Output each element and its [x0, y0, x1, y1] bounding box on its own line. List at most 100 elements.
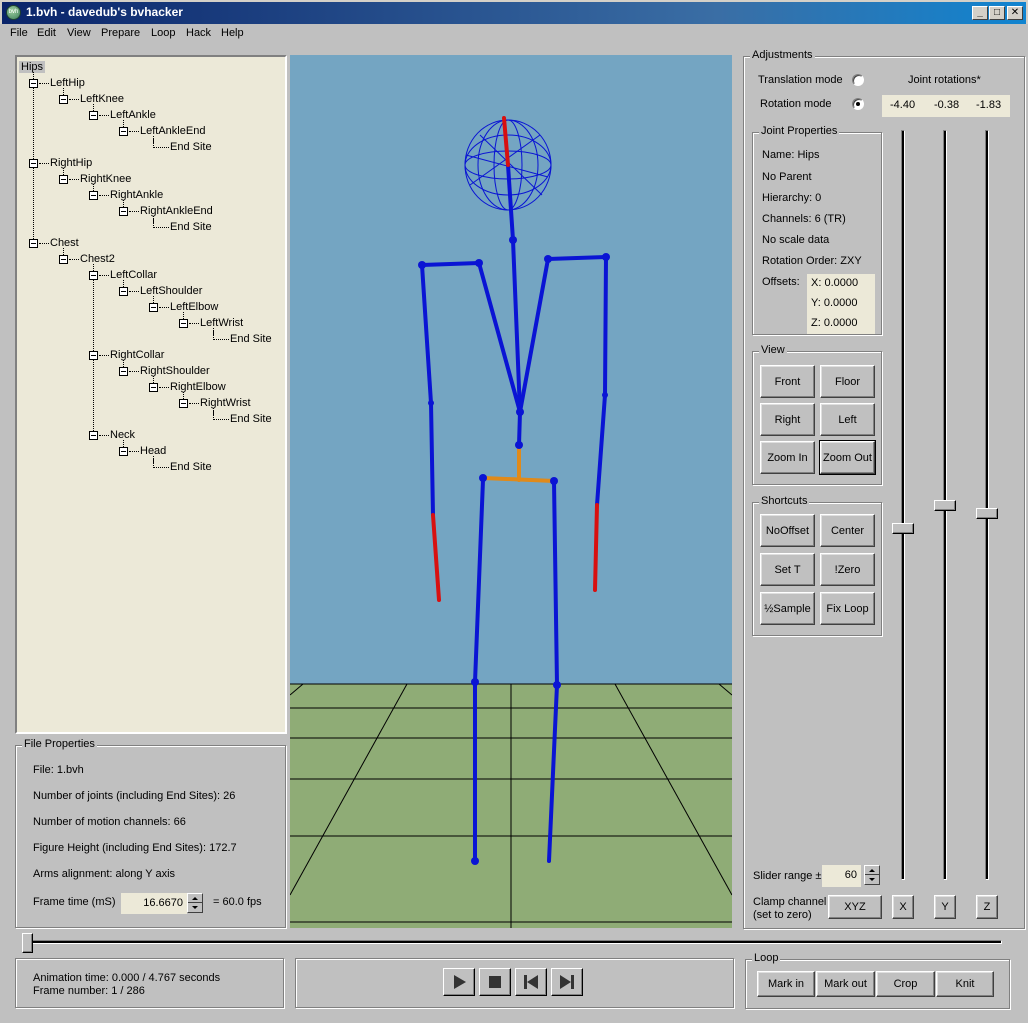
- close-button[interactable]: ✕: [1007, 6, 1023, 20]
- collapse-icon[interactable]: [149, 383, 158, 392]
- no-offset-button[interactable]: NoOffset: [760, 514, 815, 547]
- menu-prepare[interactable]: Prepare: [101, 27, 140, 39]
- frame-time-spinner[interactable]: [187, 893, 203, 913]
- collapse-icon[interactable]: [89, 271, 98, 280]
- tree-connector: [99, 435, 109, 436]
- mark-in-button[interactable]: Mark in: [757, 971, 815, 997]
- 3d-viewport[interactable]: [290, 55, 732, 928]
- collapse-icon[interactable]: [119, 447, 128, 456]
- clamp-xyz-button[interactable]: XYZ: [828, 895, 882, 919]
- slider-range-spinner[interactable]: [864, 865, 880, 885]
- fix-loop-button[interactable]: Fix Loop: [820, 592, 875, 625]
- collapse-icon[interactable]: [119, 367, 128, 376]
- collapse-icon[interactable]: [89, 351, 98, 360]
- rotation-x-slider-track[interactable]: [901, 130, 905, 880]
- tree-connector: [153, 456, 154, 463]
- rotation-mode-radio[interactable]: [852, 98, 864, 110]
- tree-connector: [39, 163, 49, 164]
- collapse-icon[interactable]: [89, 431, 98, 440]
- not-zero-button[interactable]: !Zero: [820, 553, 875, 586]
- collapse-icon[interactable]: [89, 191, 98, 200]
- rotation-z-slider-thumb[interactable]: [976, 507, 998, 519]
- collapse-icon[interactable]: [179, 399, 188, 408]
- menu-view[interactable]: View: [67, 27, 91, 39]
- frame-time-input[interactable]: 16.6670: [121, 893, 187, 914]
- tree-connector: [129, 371, 139, 372]
- tree-node-label: LeftHip: [50, 77, 85, 89]
- collapse-icon[interactable]: [59, 255, 68, 264]
- joint-properties-group: Joint Properties Name: Hips No Parent Hi…: [752, 125, 882, 335]
- tree-node-label: RightShoulder: [140, 365, 210, 377]
- collapse-icon[interactable]: [59, 175, 68, 184]
- tree-connector: [63, 248, 64, 255]
- clamp-x-button[interactable]: X: [892, 895, 914, 919]
- collapse-icon[interactable]: [29, 159, 38, 168]
- rotation-y-value: -0.38: [934, 99, 960, 111]
- mark-out-button[interactable]: Mark out: [816, 971, 875, 997]
- timeline-slider-thumb[interactable]: [22, 933, 33, 953]
- collapse-icon[interactable]: [179, 319, 188, 328]
- knit-button[interactable]: Knit: [936, 971, 994, 997]
- view-floor-button[interactable]: Floor: [820, 365, 875, 398]
- next-frame-button[interactable]: [551, 968, 583, 996]
- view-title: View: [759, 344, 787, 356]
- collapse-icon[interactable]: [119, 127, 128, 136]
- joint-parent: No Parent: [762, 171, 812, 183]
- rotation-x-slider-thumb[interactable]: [892, 522, 914, 534]
- center-button[interactable]: Center: [820, 514, 875, 547]
- tree-node[interactable]: Hips: [19, 59, 46, 75]
- set-t-button[interactable]: Set T: [760, 553, 815, 586]
- crop-button[interactable]: Crop: [876, 971, 935, 997]
- rotation-y-slider-thumb[interactable]: [934, 500, 956, 511]
- half-sample-button[interactable]: ½Sample: [760, 592, 815, 625]
- maximize-button[interactable]: □: [989, 6, 1005, 20]
- tree-connector: [129, 131, 139, 132]
- collapse-icon[interactable]: [119, 287, 128, 296]
- joint-name: Name: Hips: [762, 149, 820, 161]
- zoom-in-button[interactable]: Zoom In: [760, 441, 815, 474]
- tree-connector: [99, 115, 109, 116]
- play-button[interactable]: [443, 968, 475, 996]
- menu-help[interactable]: Help: [221, 27, 244, 39]
- rotation-z-slider-track[interactable]: [985, 130, 989, 880]
- clamp-label-line2: (set to zero): [753, 909, 812, 921]
- file-name: File: 1.bvh: [33, 764, 84, 776]
- menu-edit[interactable]: Edit: [37, 27, 56, 39]
- tree-connector: [69, 259, 79, 260]
- tree-connector: [123, 440, 124, 447]
- offset-x: X: 0.0000: [811, 277, 859, 289]
- offsets-label: Offsets:: [762, 276, 800, 288]
- slider-range-label: Slider range ±: [753, 870, 822, 882]
- skip-forward-icon: [560, 975, 574, 989]
- view-front-button[interactable]: Front: [760, 365, 815, 398]
- clamp-y-button[interactable]: Y: [934, 895, 956, 919]
- view-left-button[interactable]: Left: [820, 403, 875, 436]
- collapse-icon[interactable]: [29, 79, 38, 88]
- joint-tree[interactable]: Hips LeftHip LeftKnee LeftAnkle LeftAnkleEnd…: [15, 55, 287, 734]
- tree-node-label: RightElbow: [170, 381, 226, 393]
- menu-loop[interactable]: Loop: [151, 27, 175, 39]
- menu-file[interactable]: File: [10, 27, 28, 39]
- collapse-icon[interactable]: [59, 95, 68, 104]
- joint-channels: Channels: 6 (TR): [762, 213, 846, 225]
- collapse-icon[interactable]: [119, 207, 128, 216]
- view-right-button[interactable]: Right: [760, 403, 815, 436]
- collapse-icon[interactable]: [29, 239, 38, 248]
- bone-right-shoulder: [546, 255, 608, 261]
- clamp-z-button[interactable]: Z: [976, 895, 998, 919]
- collapse-icon[interactable]: [149, 303, 158, 312]
- stop-icon: [489, 976, 501, 988]
- tree-node-label: LeftCollar: [110, 269, 158, 281]
- tree-node-label: RightHip: [50, 157, 93, 169]
- slider-range-input[interactable]: 60: [822, 865, 861, 887]
- tree-node-label: Chest: [50, 237, 79, 249]
- minimize-button[interactable]: _: [972, 6, 988, 20]
- previous-frame-button[interactable]: [515, 968, 547, 996]
- stop-button[interactable]: [479, 968, 511, 996]
- timeline-slider-track[interactable]: [22, 940, 1002, 944]
- zoom-out-button[interactable]: Zoom Out: [819, 440, 876, 475]
- tree-node-label: Hips: [19, 61, 46, 73]
- collapse-icon[interactable]: [89, 111, 98, 120]
- menu-hack[interactable]: Hack: [186, 27, 211, 39]
- translation-mode-radio[interactable]: [852, 74, 864, 86]
